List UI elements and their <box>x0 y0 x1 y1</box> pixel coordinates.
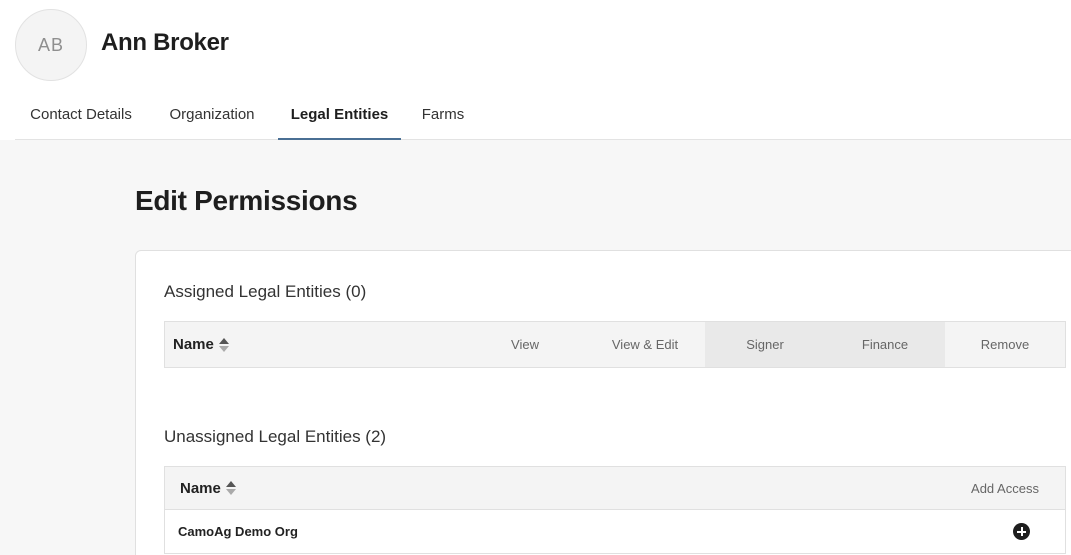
unassigned-name-header[interactable]: Name <box>180 467 236 509</box>
user-name: Ann Broker <box>101 29 229 56</box>
tab-bar: Contact Details Organization Legal Entit… <box>15 92 1071 141</box>
tab-organization[interactable]: Organization <box>165 92 259 140</box>
signer-column-header: Signer <box>705 322 825 367</box>
assigned-table-header: Name View View & Edit Signer Finance Rem… <box>164 321 1066 368</box>
unassigned-section-title: Unassigned Legal Entities (2) <box>164 427 387 446</box>
sort-icon[interactable] <box>225 480 236 496</box>
assigned-name-header[interactable]: Name <box>173 322 229 367</box>
page-title: Edit Permissions <box>135 185 358 216</box>
profile-header: AB Ann Broker Contact Details Organizati… <box>0 0 1071 141</box>
view-edit-column-header: View & Edit <box>611 337 679 352</box>
assigned-section-title: Assigned Legal Entities (0) <box>164 282 367 301</box>
table-row: CamoAg Demo Org <box>164 510 1066 554</box>
unassigned-table-header: Name Add Access <box>164 466 1066 510</box>
plus-circle-icon[interactable] <box>1013 523 1030 540</box>
assigned-name-header-label: Name <box>173 336 214 353</box>
remove-column-header: Remove <box>980 337 1030 352</box>
add-access-column-header: Add Access <box>971 480 1039 496</box>
tab-farms[interactable]: Farms <box>419 92 467 140</box>
avatar: AB <box>15 9 87 81</box>
tab-contact-details[interactable]: Contact Details <box>25 92 137 140</box>
finance-column-header: Finance <box>825 322 945 367</box>
sort-icon[interactable] <box>218 337 229 353</box>
view-column-header: View <box>511 337 539 352</box>
permissions-card: Assigned Legal Entities (0) Name View Vi… <box>135 250 1071 555</box>
legal-entity-name: CamoAg Demo Org <box>178 524 298 539</box>
main-content: Edit Permissions Assigned Legal Entities… <box>0 140 1071 555</box>
unassigned-name-header-label: Name <box>180 479 221 497</box>
tab-legal-entities[interactable]: Legal Entities <box>278 92 401 141</box>
